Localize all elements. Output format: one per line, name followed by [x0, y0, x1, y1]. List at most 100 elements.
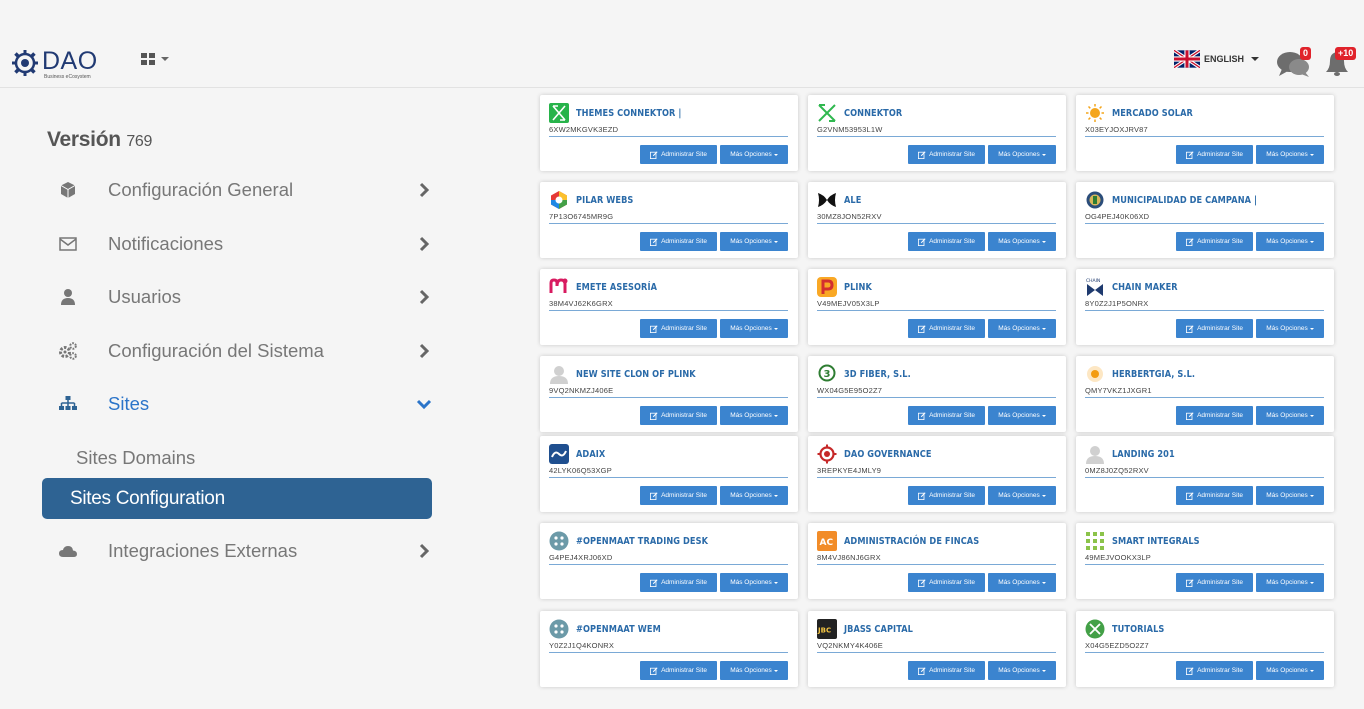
- divider: [549, 223, 788, 224]
- sidebar-subitem-sites-configuration[interactable]: Sites Configuration: [42, 478, 432, 519]
- user-icon: [61, 289, 75, 305]
- language-label: ENGLISH: [1204, 54, 1245, 64]
- mas-opciones-label: Más Opciones: [730, 325, 772, 332]
- administrar-site-button[interactable]: Administrar Site: [1176, 145, 1253, 164]
- sidebar-item-label: Sites: [108, 393, 150, 414]
- administrar-site-button[interactable]: Administrar Site: [908, 661, 985, 680]
- site-code: WX04G5E95O2Z7: [817, 386, 883, 395]
- mas-opciones-button[interactable]: Más Opciones: [988, 232, 1056, 251]
- sidebar-item-usuarios[interactable]: Usuarios: [52, 277, 442, 317]
- site-code: VQ2NKMY4K406E: [817, 641, 883, 650]
- mas-opciones-button[interactable]: Más Opciones: [1256, 573, 1324, 592]
- divider: [817, 223, 1056, 224]
- administrar-site-button[interactable]: Administrar Site: [908, 573, 985, 592]
- site-title[interactable]: NEW SITE CLON OF PLINK: [576, 369, 696, 380]
- site-title[interactable]: 3D FIBER, S.L.: [844, 369, 911, 380]
- mas-opciones-button[interactable]: Más Opciones: [720, 573, 788, 592]
- site-title[interactable]: PLINK: [844, 282, 872, 293]
- sidebar-item-sites[interactable]: Sites: [52, 384, 442, 424]
- mas-opciones-label: Más Opciones: [730, 238, 772, 245]
- site-title[interactable]: MUNICIPALIDAD DE CAMPANA |: [1112, 195, 1257, 206]
- messages-button[interactable]: 0: [1276, 47, 1312, 78]
- administrar-site-button[interactable]: Administrar Site: [640, 319, 717, 338]
- mas-opciones-button[interactable]: Más Opciones: [988, 319, 1056, 338]
- caret-down-icon: [1041, 240, 1046, 243]
- site-title[interactable]: SMART INTEGRALS: [1112, 536, 1200, 547]
- site-title[interactable]: ADMINISTRACIÓN DE FINCAS: [844, 536, 979, 547]
- site-title[interactable]: CHAIN MAKER: [1112, 282, 1178, 293]
- administrar-site-button[interactable]: Administrar Site: [640, 573, 717, 592]
- site-title[interactable]: THEMES CONNEKTOR |: [576, 108, 681, 119]
- mas-opciones-button[interactable]: Más Opciones: [720, 145, 788, 164]
- edit-icon: [918, 491, 926, 500]
- site-title[interactable]: PILAR WEBS: [576, 195, 633, 206]
- mas-opciones-button[interactable]: Más Opciones: [720, 661, 788, 680]
- mas-opciones-button[interactable]: Más Opciones: [1256, 486, 1324, 505]
- site-title[interactable]: ADAIX: [576, 449, 605, 460]
- mas-opciones-button[interactable]: Más Opciones: [988, 145, 1056, 164]
- site-title[interactable]: CONNEKTOR: [844, 108, 902, 119]
- site-title[interactable]: DAO GOVERNANCE: [844, 449, 932, 460]
- mas-opciones-button[interactable]: Más Opciones: [1256, 145, 1324, 164]
- administrar-site-button[interactable]: Administrar Site: [640, 486, 717, 505]
- site-card: ALE 30MZ8JON52RXV Administrar Site Más Opci…: [808, 182, 1066, 258]
- edit-icon: [918, 578, 926, 587]
- default-user-icon: [549, 364, 569, 384]
- mas-opciones-button[interactable]: Más Opciones: [988, 573, 1056, 592]
- administrar-site-button[interactable]: Administrar Site: [640, 661, 717, 680]
- administrar-site-button[interactable]: Administrar Site: [908, 145, 985, 164]
- apps-menu-button[interactable]: [140, 52, 169, 66]
- caret-down-icon: [1309, 240, 1314, 243]
- divider: [549, 477, 788, 478]
- mas-opciones-button[interactable]: Más Opciones: [720, 232, 788, 251]
- mas-opciones-button[interactable]: Más Opciones: [720, 406, 788, 425]
- site-title[interactable]: #OPENMAAT TRADING DESK: [576, 536, 708, 547]
- administrar-site-button[interactable]: Administrar Site: [1176, 573, 1253, 592]
- sidebar-item-configuracion-general[interactable]: Configuración General: [52, 170, 442, 210]
- sidebar-item-integraciones-externas[interactable]: Integraciones Externas: [52, 531, 442, 571]
- site-title[interactable]: MERCADO SOLAR: [1112, 108, 1193, 119]
- mas-opciones-button[interactable]: Más Opciones: [720, 486, 788, 505]
- administrar-site-button[interactable]: Administrar Site: [1176, 406, 1253, 425]
- mas-opciones-button[interactable]: Más Opciones: [988, 661, 1056, 680]
- site-title[interactable]: HERBERTGIA, S.L.: [1112, 369, 1195, 380]
- site-card: JBASS CAPITAL VQ2NKMY4K406E Administrar Si…: [808, 611, 1066, 687]
- administrar-site-button[interactable]: Administrar Site: [908, 486, 985, 505]
- site-title[interactable]: JBASS CAPITAL: [844, 624, 913, 635]
- administrar-site-button[interactable]: Administrar Site: [908, 319, 985, 338]
- mas-opciones-button[interactable]: Más Opciones: [720, 319, 788, 338]
- administrar-site-label: Administrar Site: [1197, 579, 1243, 586]
- site-title[interactable]: #OPENMAAT WEM: [576, 624, 661, 635]
- jbass-logo-icon: [817, 619, 837, 639]
- fincas-logo-icon: [817, 531, 837, 551]
- site-title[interactable]: ALE: [844, 195, 861, 206]
- mas-opciones-button[interactable]: Más Opciones: [1256, 232, 1324, 251]
- administrar-site-button[interactable]: Administrar Site: [908, 406, 985, 425]
- administrar-site-button[interactable]: Administrar Site: [1176, 232, 1253, 251]
- administrar-site-button[interactable]: Administrar Site: [640, 406, 717, 425]
- site-card: #OPENMAAT WEM Y0Z2J1Q4KONRX Administrar Si…: [540, 611, 798, 687]
- sidebar-item-notificaciones[interactable]: Notificaciones: [52, 224, 442, 264]
- sidebar-subitem-sites-domains[interactable]: Sites Domains: [76, 447, 195, 469]
- site-title[interactable]: TUTORIALS: [1112, 624, 1164, 635]
- site-title[interactable]: EMETE ASESORÍA: [576, 282, 657, 293]
- mas-opciones-button[interactable]: Más Opciones: [988, 406, 1056, 425]
- notifications-button[interactable]: +10: [1322, 46, 1357, 78]
- dao-logo[interactable]: DAO Business eCosystem: [10, 48, 98, 80]
- administrar-site-button[interactable]: Administrar Site: [640, 145, 717, 164]
- site-title[interactable]: LANDING 201: [1112, 449, 1175, 460]
- mas-opciones-button[interactable]: Más Opciones: [1256, 661, 1324, 680]
- administrar-site-button[interactable]: Administrar Site: [908, 232, 985, 251]
- sidebar-item-label: Usuarios: [108, 286, 181, 307]
- administrar-site-button[interactable]: Administrar Site: [1176, 319, 1253, 338]
- mas-opciones-label: Más Opciones: [1266, 579, 1308, 586]
- version-heading: Versión 769: [47, 128, 152, 152]
- sidebar-item-configuracion-sistema[interactable]: Configuración del Sistema: [52, 331, 442, 371]
- language-selector[interactable]: ENGLISH: [1174, 50, 1260, 68]
- mas-opciones-button[interactable]: Más Opciones: [1256, 406, 1324, 425]
- administrar-site-button[interactable]: Administrar Site: [1176, 486, 1253, 505]
- administrar-site-button[interactable]: Administrar Site: [640, 232, 717, 251]
- mas-opciones-button[interactable]: Más Opciones: [988, 486, 1056, 505]
- mas-opciones-button[interactable]: Más Opciones: [1256, 319, 1324, 338]
- administrar-site-button[interactable]: Administrar Site: [1176, 661, 1253, 680]
